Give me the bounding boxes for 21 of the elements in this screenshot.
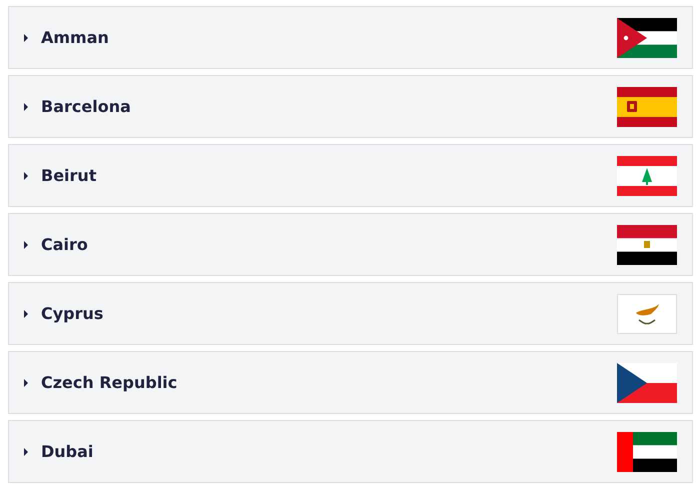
- destination-name: Cairo: [41, 235, 89, 254]
- destination-name: Amman: [41, 28, 110, 47]
- destination-row[interactable]: Cairo: [8, 213, 693, 276]
- flag-icon: [617, 156, 677, 196]
- flag-icon: [617, 362, 677, 402]
- destination-row[interactable]: Amman: [8, 6, 693, 69]
- destination-row[interactable]: Cyprus: [8, 282, 693, 345]
- destination-name: Cyprus: [41, 304, 104, 323]
- destination-name: Beirut: [41, 166, 98, 185]
- flag-icon: [617, 18, 677, 58]
- flag-icon: [617, 432, 677, 472]
- flag-icon: [617, 224, 677, 264]
- destination-name: Barcelona: [41, 97, 132, 116]
- destination-name: Czech Republic: [41, 373, 178, 392]
- destination-row[interactable]: Dubai: [8, 420, 693, 483]
- flag-icon: [617, 294, 677, 334]
- destination-row[interactable]: Czech Republic: [8, 351, 693, 414]
- destination-name: Dubai: [41, 442, 94, 461]
- destination-row[interactable]: Barcelona: [8, 75, 693, 138]
- flag-icon: [617, 86, 677, 126]
- destination-row[interactable]: Beirut: [8, 144, 693, 207]
